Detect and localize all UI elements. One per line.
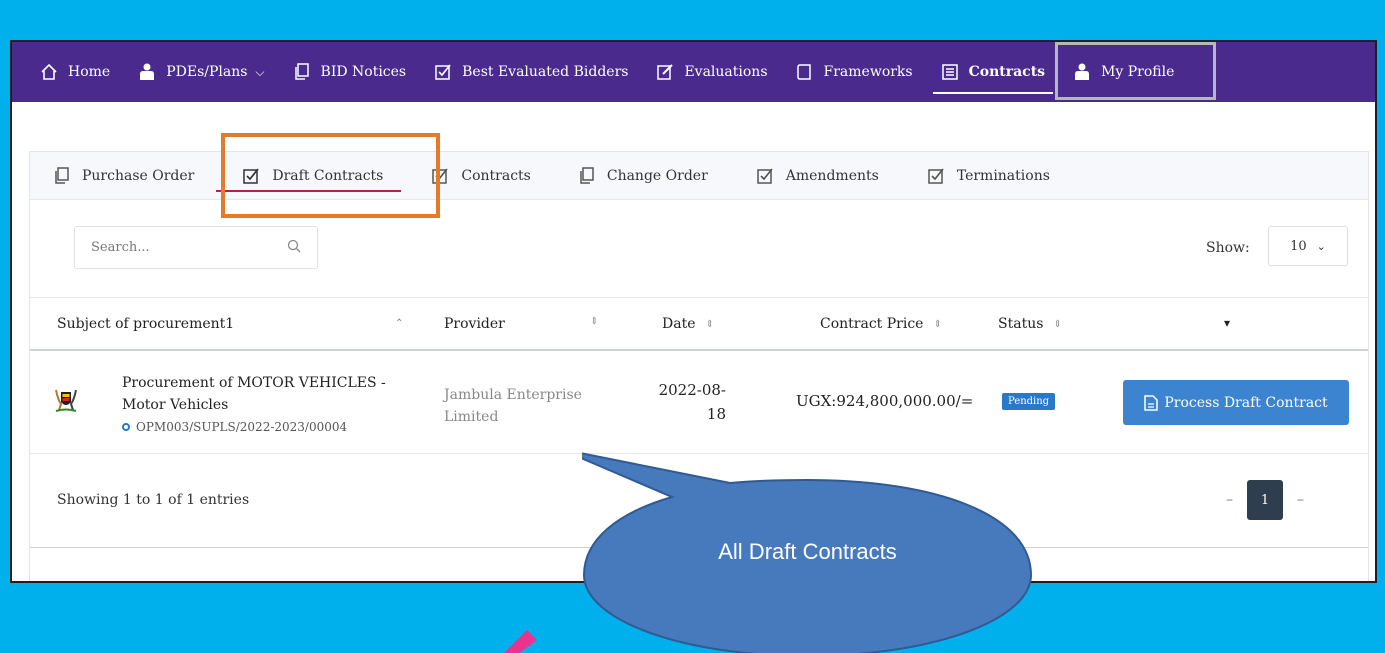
- previous-page-button[interactable]: –: [1226, 492, 1233, 508]
- nav-home-label: Home: [68, 64, 111, 80]
- chevron-down-icon[interactable]: ▾: [1224, 316, 1230, 330]
- arrow-icon: [504, 630, 537, 653]
- nav-bid-notices[interactable]: BID Notices: [293, 42, 407, 102]
- chevron-down-icon: ⌄: [1316, 239, 1326, 253]
- table-row: Procurement of MOTOR VEHICLES - Motor Ve…: [30, 352, 1368, 454]
- sort-icon: ⇕: [933, 318, 942, 330]
- procurement-reference: OPM003/SUPLS/2022-2023/00004: [122, 420, 347, 434]
- copy-icon: [579, 166, 595, 185]
- process-draft-contract-button[interactable]: Process Draft Contract: [1123, 380, 1349, 425]
- entries-summary: Showing 1 to 1 of 1 entries: [57, 492, 250, 508]
- copy-icon: [54, 166, 70, 185]
- contract-date: 2022-08-18: [658, 381, 726, 423]
- tab-draft-contracts-label: Draft Contracts: [272, 167, 384, 184]
- contract-tabs: Purchase Order Draft Contracts Contracts: [30, 152, 1368, 200]
- nav-active-underline: [932, 92, 1054, 94]
- home-icon: [40, 63, 58, 81]
- nav-evaluations-label: Evaluations: [684, 64, 768, 80]
- tab-purchase-order[interactable]: Purchase Order: [54, 152, 194, 200]
- sort-asc-icon[interactable]: ⌃: [395, 318, 403, 329]
- header-date[interactable]: Date ⇕: [662, 316, 714, 332]
- nav-my-profile-label: My Profile: [1101, 64, 1175, 80]
- callout-text: All Draft Contracts: [718, 539, 897, 564]
- sort-icon[interactable]: ⇕: [590, 316, 598, 327]
- nav-bid-notices-label: BID Notices: [320, 64, 407, 80]
- coat-of-arms-icon: [52, 386, 80, 414]
- search-placeholder: Search...: [91, 240, 150, 255]
- nav-pdes-plans-label: PDEs/Plans: [166, 64, 248, 80]
- user-icon: [1073, 63, 1091, 81]
- check-square-icon: [434, 63, 452, 81]
- search-input[interactable]: Search...: [74, 226, 318, 269]
- check-square-icon: [242, 167, 260, 185]
- nav-contracts-label: Contracts: [968, 64, 1046, 80]
- header-provider[interactable]: Provider: [444, 316, 505, 332]
- status-badge: Pending: [1002, 393, 1056, 410]
- edit-icon: [656, 63, 674, 81]
- document-icon: [1144, 394, 1159, 411]
- sort-icon: ⇕: [705, 318, 714, 330]
- page-size-select[interactable]: 10 ⌄: [1268, 226, 1348, 266]
- nav-best-evaluated-bidders-label: Best Evaluated Bidders: [462, 64, 629, 80]
- search-icon[interactable]: [287, 239, 301, 257]
- header-contract-price[interactable]: Contract Price ⇕: [820, 316, 942, 332]
- header-subject[interactable]: Subject of procurement1: [57, 316, 234, 332]
- check-square-icon: [431, 167, 449, 185]
- check-square-icon: [756, 167, 774, 185]
- tab-purchase-order-label: Purchase Order: [82, 167, 195, 184]
- copy-icon: [293, 63, 311, 81]
- nav-frameworks-label: Frameworks: [823, 64, 913, 80]
- tab-terminations[interactable]: Terminations: [927, 152, 1050, 200]
- header-status[interactable]: Status ⇕: [998, 316, 1062, 332]
- nav-frameworks[interactable]: Frameworks: [796, 42, 913, 102]
- nav-contracts[interactable]: Contracts: [932, 42, 1054, 102]
- page-1-button[interactable]: 1: [1247, 480, 1283, 520]
- tab-active-underline: [216, 189, 402, 192]
- tab-contracts[interactable]: Contracts: [431, 152, 531, 200]
- chevron-down-icon: ⌵: [255, 64, 265, 79]
- provider-name: Jambula Enterprise Limited: [444, 387, 582, 425]
- nav-evaluations[interactable]: Evaluations: [656, 42, 768, 102]
- list-icon: [941, 63, 959, 81]
- tab-draft-contracts[interactable]: Draft Contracts: [216, 152, 402, 200]
- book-icon: [796, 63, 814, 81]
- contract-price: UGX:924,800,000.00/=: [796, 392, 974, 410]
- circle-icon: [122, 423, 130, 431]
- nav-best-evaluated-bidders[interactable]: Best Evaluated Bidders: [434, 42, 628, 102]
- show-label: Show:: [1206, 240, 1250, 256]
- user-icon: [138, 63, 156, 81]
- sort-icon: ⇕: [1053, 318, 1062, 330]
- tab-contracts-label: Contracts: [461, 167, 531, 184]
- tab-amendments-label: Amendments: [785, 167, 879, 184]
- nav-pdes-plans[interactable]: PDEs/Plans ⌵: [138, 42, 265, 102]
- table-header: Subject of procurement1 ⌃ Provider ⇕ Dat…: [30, 297, 1368, 351]
- tab-change-order-label: Change Order: [606, 167, 708, 184]
- pagination: – 1 –: [1226, 480, 1304, 520]
- top-nav: Home PDEs/Plans ⌵ BID Notices Best Evalu…: [12, 42, 1375, 102]
- next-page-button[interactable]: –: [1297, 492, 1304, 508]
- tab-change-order[interactable]: Change Order: [579, 152, 708, 200]
- nav-home[interactable]: Home: [40, 42, 110, 102]
- nav-my-profile[interactable]: My Profile: [1073, 42, 1174, 102]
- procurement-subject[interactable]: Procurement of MOTOR VEHICLES - Motor Ve…: [122, 372, 422, 416]
- check-square-icon: [927, 167, 945, 185]
- page-size-value: 10: [1290, 238, 1307, 254]
- tab-terminations-label: Terminations: [956, 167, 1050, 184]
- tab-amendments[interactable]: Amendments: [756, 152, 879, 200]
